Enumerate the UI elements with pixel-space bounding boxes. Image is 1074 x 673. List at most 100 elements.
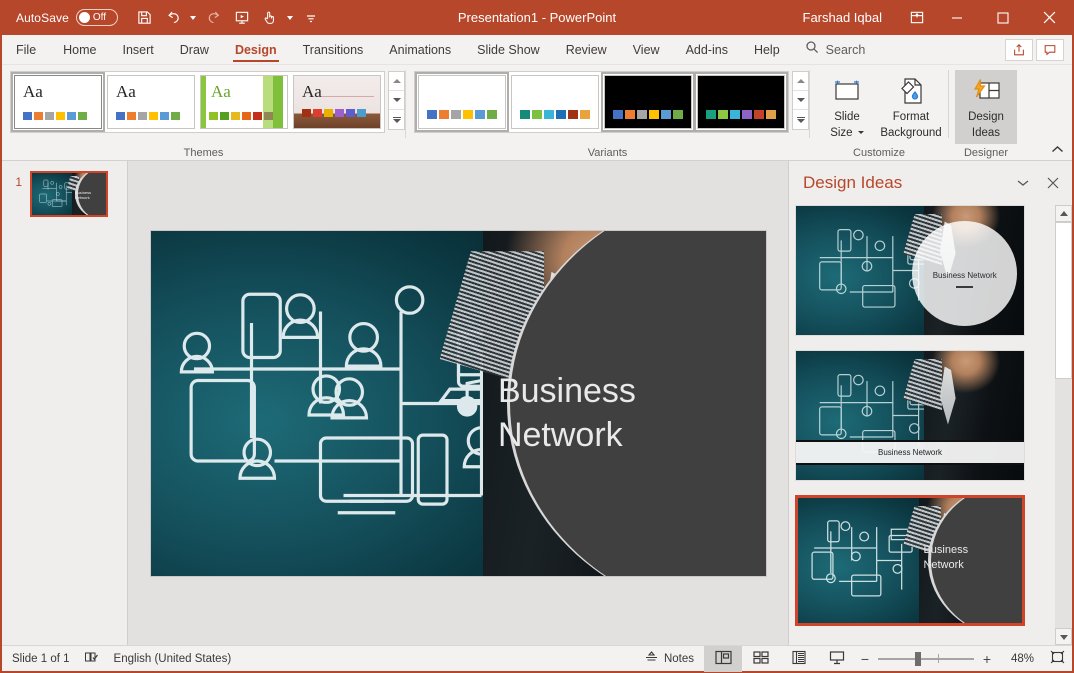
variant-swatches [613, 110, 683, 119]
design-idea-2[interactable]: Business Network [795, 350, 1025, 481]
fit-to-window-icon [1050, 650, 1065, 667]
format-background-button[interactable]: Format Background [880, 70, 942, 144]
powerpoint-window: AutoSave Off [0, 0, 1074, 673]
theme-wisp[interactable]: Aa [293, 75, 381, 129]
design-idea-3-caption-line-1: Business [923, 544, 968, 556]
notes-button[interactable]: Notes [635, 646, 704, 672]
redo-icon[interactable] [201, 5, 227, 31]
design-idea-3[interactable]: Business Network [795, 495, 1025, 626]
chevron-down-icon[interactable] [1010, 170, 1036, 196]
design-idea-1-caption: Business Network [912, 271, 1017, 280]
ribbon-display-options-icon[interactable] [900, 0, 934, 35]
zoom-control[interactable]: − + 48% [856, 646, 1042, 672]
search-box[interactable]: Search [793, 35, 878, 64]
minimize-button[interactable] [934, 0, 980, 35]
tab-draw[interactable]: Draw [167, 35, 222, 64]
slide-thumbnail-panel[interactable]: 1 BusinessNet [2, 161, 128, 645]
tab-animations[interactable]: Animations [376, 35, 464, 64]
tab-view[interactable]: View [620, 35, 673, 64]
theme-preview-text: Aa [302, 82, 322, 102]
zoom-slider-thumb[interactable] [915, 652, 921, 666]
slide-size-button[interactable]: Slide Size [816, 70, 878, 144]
zoom-percentage[interactable]: 48% [1000, 653, 1034, 665]
customize-quick-access-icon[interactable] [298, 5, 324, 31]
autosave-control[interactable]: AutoSave Off [16, 9, 118, 26]
zoom-in-button[interactable]: + [982, 651, 992, 667]
search-icon [805, 40, 819, 59]
tab-add-ins[interactable]: Add-ins [673, 35, 741, 64]
variants-more-icon[interactable] [793, 110, 808, 129]
tab-transitions[interactable]: Transitions [290, 35, 377, 64]
chevron-down-icon[interactable] [858, 131, 864, 134]
fit-to-window-button[interactable] [1042, 646, 1072, 672]
slide-number: 1 [10, 171, 22, 189]
group-label-customize: Customize [810, 147, 948, 159]
save-icon[interactable] [132, 5, 158, 31]
tab-design[interactable]: Design [222, 35, 290, 64]
tab-help[interactable]: Help [741, 35, 793, 64]
scroll-up-arrow[interactable] [1055, 205, 1072, 222]
title-bar: AutoSave Off [2, 0, 1072, 35]
zoom-out-button[interactable]: − [860, 651, 870, 667]
variants-scroll-down-icon[interactable] [793, 91, 808, 110]
tab-insert[interactable]: Insert [110, 35, 167, 64]
normal-view-button[interactable] [704, 646, 742, 672]
maximize-button[interactable] [980, 0, 1026, 35]
variant-2[interactable] [511, 75, 599, 129]
close-button[interactable] [1026, 0, 1072, 35]
undo-icon[interactable] [160, 5, 186, 31]
variants-scroll-up-icon[interactable] [793, 72, 808, 91]
tab-slide-show[interactable]: Slide Show [464, 35, 553, 64]
theme-office[interactable]: Aa [14, 75, 102, 129]
format-background-icon [896, 74, 926, 108]
spellcheck-icon[interactable] [84, 651, 100, 667]
touch-mode-icon[interactable] [257, 5, 283, 31]
slide-list-item-1[interactable]: 1 BusinessNet [2, 171, 108, 217]
slide-image[interactable] [151, 231, 766, 576]
close-icon[interactable] [1040, 170, 1066, 196]
zoom-slider[interactable] [878, 658, 974, 660]
autosave-toggle[interactable]: Off [76, 9, 118, 26]
design-ideas-scrollbar[interactable] [1055, 205, 1072, 645]
undo-dropdown-icon[interactable] [188, 5, 199, 31]
tab-file[interactable]: File [2, 35, 50, 64]
scrollbar-track[interactable] [1055, 222, 1072, 628]
slide-canvas[interactable]: Business Network [151, 231, 766, 576]
tab-review[interactable]: Review [553, 35, 620, 64]
touch-mode-dropdown-icon[interactable] [285, 5, 296, 31]
reading-view-button[interactable] [780, 646, 818, 672]
slideshow-button[interactable] [818, 646, 856, 672]
design-ideas-header: Design Ideas [789, 161, 1072, 205]
start-from-beginning-icon[interactable] [229, 5, 255, 31]
design-ideas-title: Design Ideas [803, 173, 902, 193]
comments-icon[interactable] [1036, 39, 1064, 61]
tab-home[interactable]: Home [50, 35, 109, 64]
slideshow-icon [829, 650, 845, 668]
language-label[interactable]: English (United States) [114, 653, 232, 665]
theme-facet[interactable]: Aa [200, 75, 288, 129]
slide-title-text[interactable]: Business Network [498, 369, 636, 457]
design-ideas-button[interactable]: Design Ideas [955, 70, 1017, 144]
slide-editor-area[interactable]: Business Network [128, 161, 788, 645]
themes-more-icon[interactable] [389, 110, 404, 129]
collapse-ribbon-icon[interactable] [1048, 141, 1066, 157]
slide-sorter-button[interactable] [742, 646, 780, 672]
design-idea-1[interactable]: Business Network [795, 205, 1025, 336]
user-account-name[interactable]: Farshad Iqbal [803, 10, 883, 25]
theme-office-2[interactable]: Aa [107, 75, 195, 129]
slide-size-label-1: Slide [834, 111, 860, 124]
scrollbar-thumb[interactable] [1055, 222, 1072, 379]
group-label-themes: Themes [2, 147, 405, 159]
slide-count-label[interactable]: Slide 1 of 1 [12, 653, 70, 665]
themes-scroll-down-icon[interactable] [389, 91, 404, 110]
share-icon[interactable] [1005, 39, 1033, 61]
themes-scroll-up-icon[interactable] [389, 72, 404, 91]
scroll-down-arrow[interactable] [1055, 628, 1072, 645]
ribbon: Aa Aa A [2, 65, 1072, 161]
variant-1[interactable] [418, 75, 506, 129]
variant-4[interactable] [697, 75, 785, 129]
slide-thumbnail[interactable]: BusinessNetwork [30, 171, 108, 217]
theme-preview-text: Aa [23, 82, 43, 102]
variant-3[interactable] [604, 75, 692, 129]
design-idea-1-underline [956, 286, 973, 288]
